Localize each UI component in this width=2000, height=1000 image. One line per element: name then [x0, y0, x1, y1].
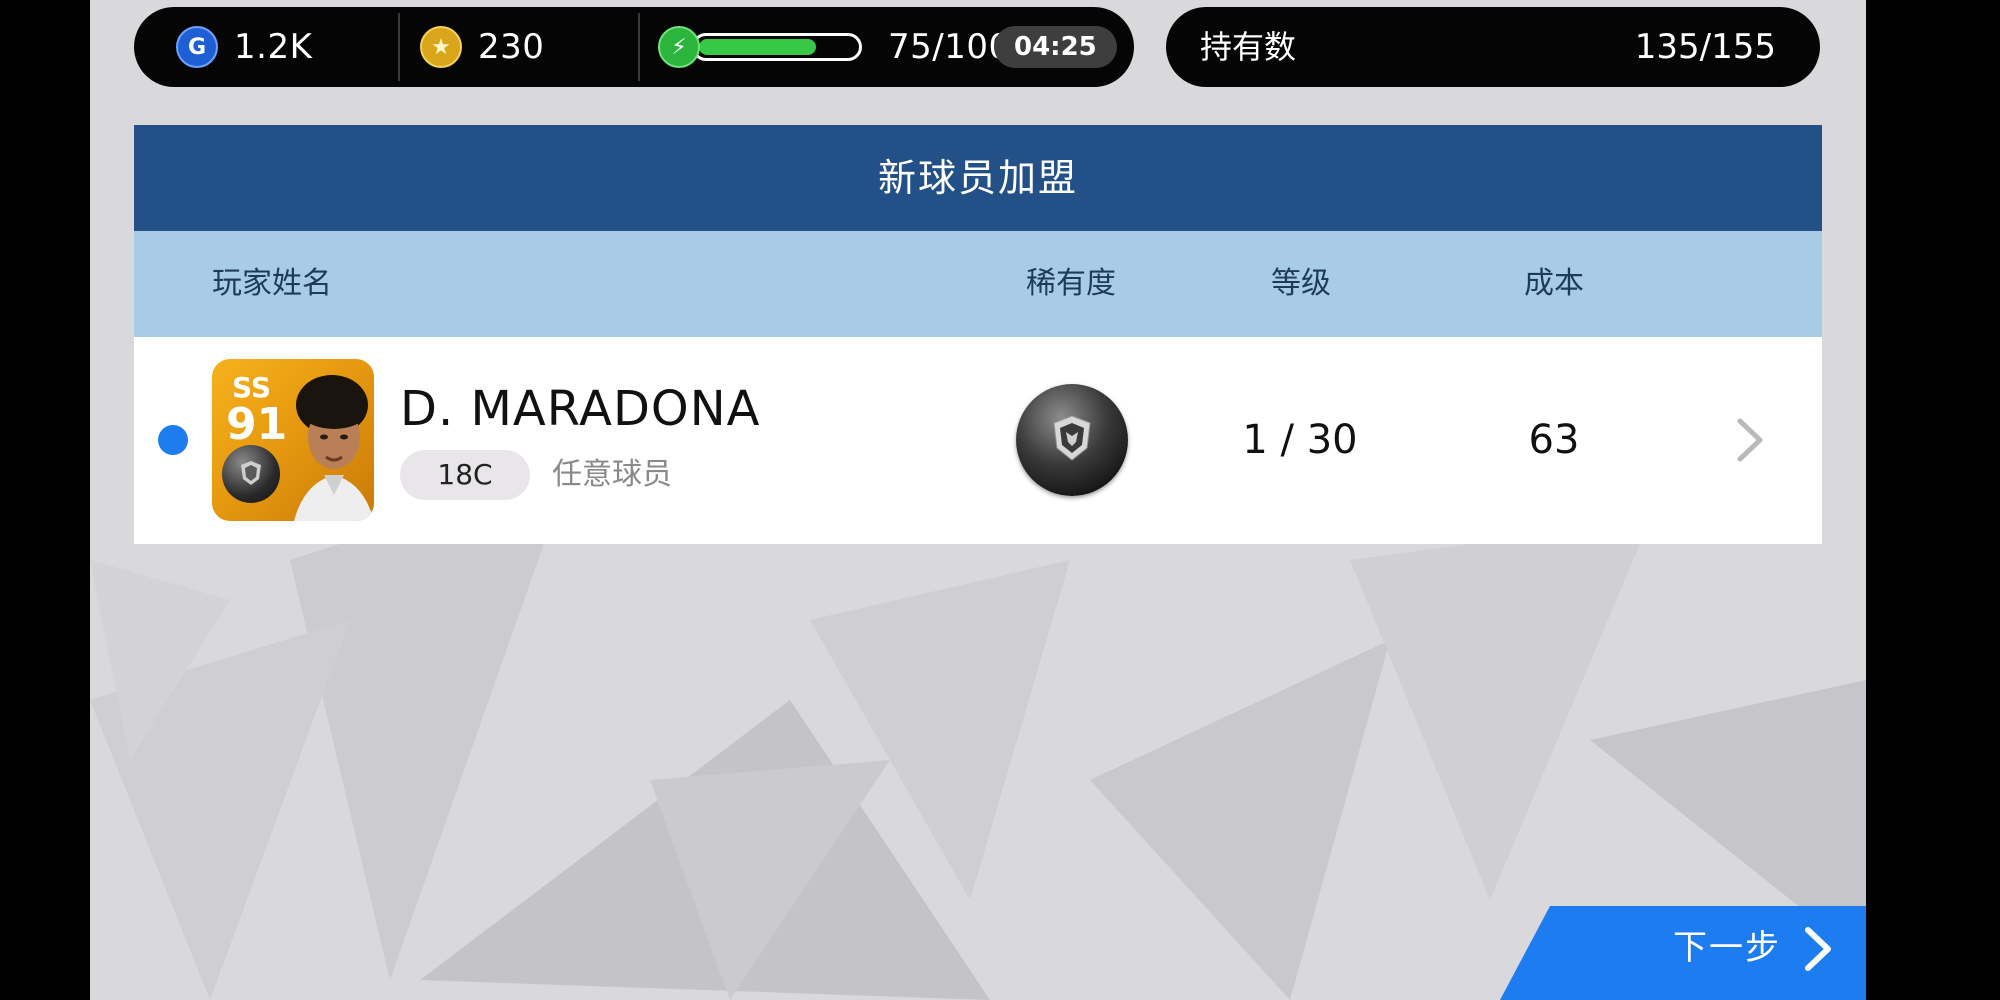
energy-timer: 04:25 — [994, 26, 1117, 68]
column-header-name: 玩家姓名 — [212, 266, 332, 301]
currency-bar: G 1.2K ★ 230 ⚡ 75/100 04:25 — [134, 7, 1134, 87]
panel-title: 新球员加盟 — [134, 125, 1822, 231]
column-header-level: 等级 — [1271, 266, 1331, 301]
game-screen: G 1.2K ★ 230 ⚡ 75/100 04:25 持有数 135/155 … — [90, 0, 1866, 1000]
column-header-row: 玩家姓名 稀有度 等级 成本 — [134, 231, 1822, 337]
player-category: 任意球员 — [552, 457, 672, 492]
coin-star-icon: ★ — [420, 26, 462, 68]
column-header-cost: 成本 — [1524, 266, 1584, 301]
gp-value: 1.2K — [234, 27, 313, 67]
divider — [398, 13, 400, 81]
chevron-right-icon[interactable] — [1730, 415, 1770, 465]
player-portrait — [294, 375, 374, 521]
energy-value: 75/100 — [888, 27, 1011, 67]
column-header-rarity: 稀有度 — [1026, 266, 1116, 301]
card-rating: 91 — [226, 399, 288, 450]
energy-display[interactable]: ⚡ 75/100 — [658, 7, 1011, 87]
player-cost: 63 — [1528, 417, 1580, 463]
coin-value: 230 — [478, 27, 545, 67]
coin-display[interactable]: ★ 230 — [420, 7, 544, 87]
black-ball-icon — [1016, 384, 1128, 496]
player-name: D. MARADONA — [400, 381, 761, 437]
player-level: 1 / 30 — [1242, 417, 1358, 463]
card-ball-icon — [222, 445, 280, 503]
energy-bar — [692, 33, 862, 61]
holdings-label: 持有数 — [1200, 28, 1297, 66]
gp-display[interactable]: G 1.2K — [176, 7, 312, 87]
player-row[interactable]: SS 91 D. MARADONA 18C 任意球员 1 / 30 63 — [134, 337, 1822, 544]
lightning-icon: ⚡ — [658, 26, 700, 68]
energy-fill — [699, 39, 816, 55]
divider — [638, 13, 640, 81]
selection-dot — [158, 425, 188, 455]
gp-icon: G — [176, 26, 218, 68]
holdings-bar: 持有数 135/155 — [1166, 7, 1820, 87]
timer-display: 04:25 — [994, 7, 1117, 87]
player-type-tag: 18C — [400, 450, 530, 500]
next-step-label[interactable]: 下一步 — [1673, 906, 1781, 990]
player-card[interactable]: SS 91 — [212, 359, 374, 521]
chevron-right-icon[interactable] — [1800, 926, 1834, 972]
holdings-value: 135/155 — [1634, 27, 1776, 67]
